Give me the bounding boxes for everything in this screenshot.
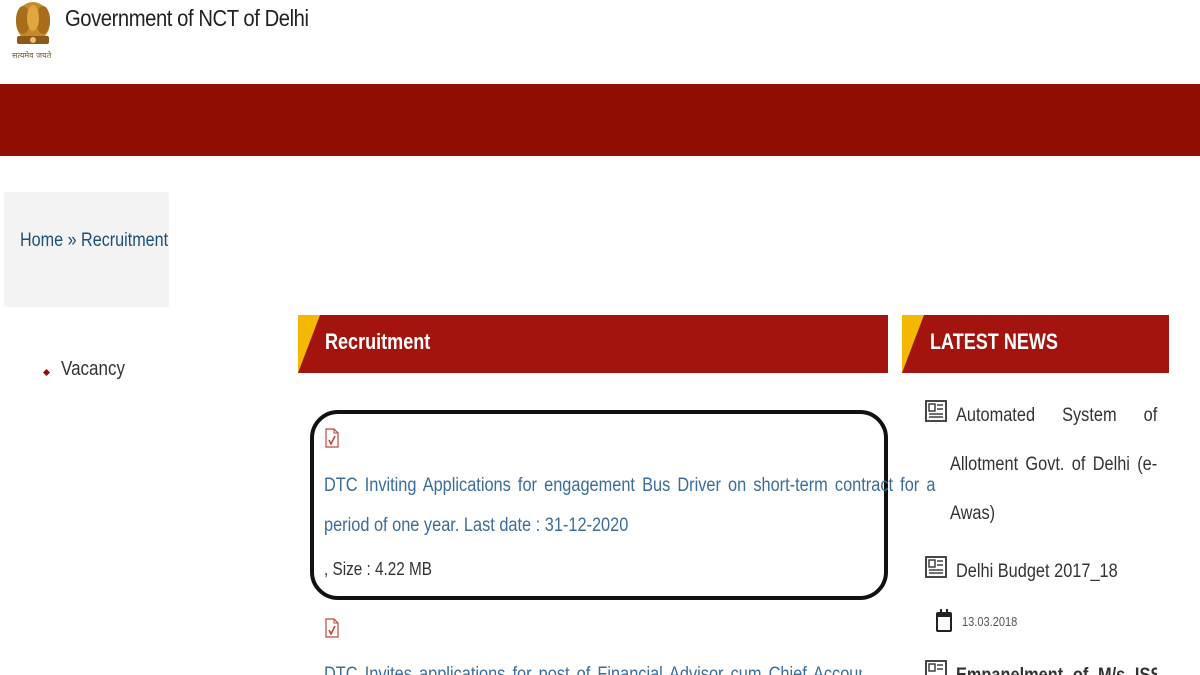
recruitment-section-header: Recruitment	[298, 315, 888, 373]
newspaper-icon	[925, 556, 947, 578]
pdf-file-icon[interactable]	[325, 618, 339, 638]
document-link[interactable]: DTC Invites applications for post of Fin…	[324, 656, 862, 675]
sidebar-item-label: Vacancy	[61, 358, 125, 380]
news-text-line: Awas)	[950, 503, 996, 524]
news-text-line: Allotment Govt. of Delhi (e-	[950, 454, 1158, 475]
document-title-line: DTC Invites applications for post of Fin…	[324, 664, 862, 675]
latest-news-title: LATEST NEWS	[930, 329, 1058, 354]
calendar-icon	[936, 609, 952, 632]
site-title[interactable]: Government of NCT of Delhi	[65, 5, 309, 32]
pdf-file-icon[interactable]	[325, 428, 339, 448]
newspaper-icon	[925, 400, 947, 422]
news-date: 13.03.2018	[962, 614, 1018, 629]
document-size: , Size : 4.22 MB	[324, 559, 433, 579]
site-header: सत्यमेव जयते Government of NCT of Delhi	[0, 0, 1200, 84]
document-title-line: period of one year. Last date : 31-12-20…	[324, 515, 629, 536]
breadcrumb-separator: »	[67, 230, 77, 251]
news-item[interactable]: Automated System of Allotment Govt. of D…	[925, 396, 1157, 541]
news-text-line: Empanelment of M/s ISSIL for	[956, 658, 1157, 675]
document-link[interactable]: DTC Inviting Applications for engagement…	[324, 466, 936, 546]
news-text-line: Automated System of	[956, 405, 1158, 426]
latest-news-header: LATEST NEWS	[902, 315, 1169, 373]
recruitment-title: Recruitment	[325, 329, 431, 354]
navigation-bar	[0, 84, 1200, 156]
sidebar-item-vacancy[interactable]: Vacancy	[42, 358, 136, 381]
document-title-line: DTC Inviting Applications for engagement…	[324, 475, 936, 496]
header-accent	[298, 315, 320, 373]
diamond-bullet-icon	[42, 368, 51, 377]
emblem-motto: सत्यमेव जयते	[12, 51, 52, 60]
newspaper-icon	[925, 660, 947, 675]
breadcrumb-home-link[interactable]: Home	[20, 230, 63, 251]
breadcrumb: Home » Recruitment	[4, 192, 169, 307]
header-accent	[902, 315, 924, 373]
breadcrumb-current: Recruitment	[81, 230, 169, 251]
news-text-line: Delhi Budget 2017_18	[956, 561, 1118, 582]
news-item[interactable]: Delhi Budget 2017_18	[925, 552, 1157, 592]
news-item[interactable]: Empanelment of M/s ISSIL for	[925, 658, 1157, 675]
